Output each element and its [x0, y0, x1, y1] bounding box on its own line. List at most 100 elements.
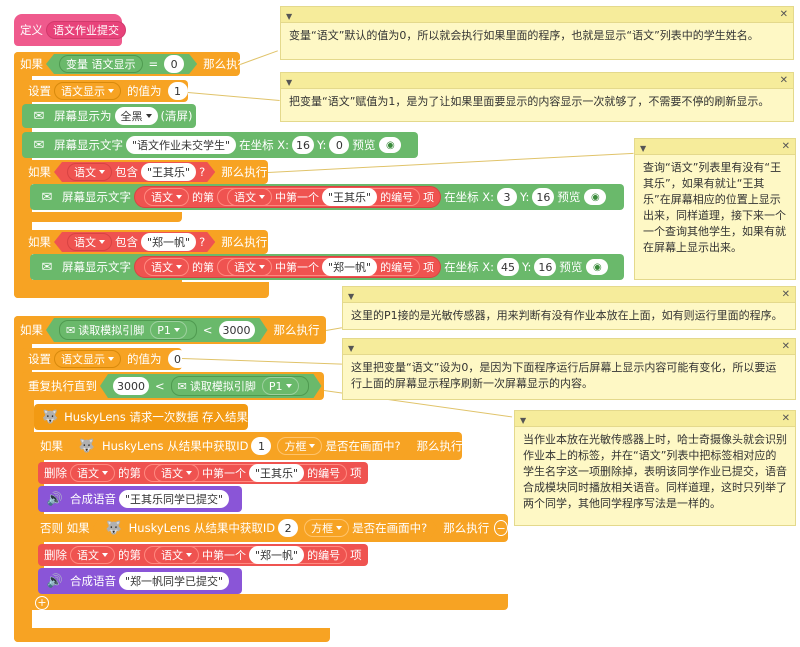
collapse-icon[interactable]: ▼	[520, 413, 526, 429]
close-icon[interactable]: ✕	[780, 73, 788, 89]
compare-value[interactable]: 0	[164, 55, 184, 73]
huskylens-request-block[interactable]: 🐺 HuskyLens 请求一次数据 存入结果	[34, 404, 248, 430]
collapse-icon[interactable]: ▼	[286, 9, 292, 25]
if-block-3[interactable]: 如果 语文 包含 "郑一帆" ? 那么执行	[22, 230, 268, 254]
collapse-icon[interactable]: ▼	[348, 341, 354, 357]
threshold-input[interactable]: 3000	[219, 321, 255, 339]
comment-header[interactable]: ▼ ✕	[515, 411, 795, 427]
husky-id-condition[interactable]: 🐺 HuskyLens 从结果中获取ID 1 方框 是否在画面中?	[66, 434, 411, 458]
item-input[interactable]: "郑一帆"	[249, 546, 305, 564]
delete-list-item-block-2[interactable]: 删除 语文 的第 语文 中第一个 "郑一帆" 的编号 项	[38, 544, 368, 566]
contains-item-input[interactable]: "郑一帆"	[141, 233, 196, 251]
define-name[interactable]: 语文作业提交	[46, 21, 126, 39]
contains-item-input[interactable]: "王其乐"	[141, 163, 196, 181]
screen-color-dropdown[interactable]: 全黑	[114, 107, 158, 125]
speech-text-input[interactable]: "郑一帆同学已提交"	[119, 572, 230, 590]
less-than-condition[interactable]: 3000 < ✉ 读取模拟引脚 P1	[100, 374, 322, 398]
pin-dropdown[interactable]: P1	[262, 377, 299, 395]
collapse-icon[interactable]: ▼	[640, 141, 646, 157]
eye-icon[interactable]: ◉	[584, 189, 607, 205]
index-of-reporter[interactable]: 语文 中第一个 "王其乐" 的编号	[217, 188, 421, 206]
delete-list-item-block-1[interactable]: 删除 语文 的第 语文 中第一个 "王其乐" 的编号 项	[38, 462, 368, 484]
eye-icon[interactable]: ◉	[586, 259, 609, 275]
item-input[interactable]: "王其乐"	[322, 188, 378, 206]
list-dropdown[interactable]: 语文	[227, 188, 272, 206]
comment-header[interactable]: ▼ ✕	[343, 287, 795, 303]
list-item-reporter[interactable]: 语文 的第 语文 中第一个 "王其乐" 的编号 项	[134, 186, 442, 208]
speech-text-input[interactable]: "王其乐同学已提交"	[119, 490, 230, 508]
analog-read-reporter[interactable]: ✉ 读取模拟引脚 P1	[59, 320, 197, 340]
close-icon[interactable]: ✕	[782, 339, 790, 355]
comment-3[interactable]: ▼ ✕ 查询“语文”列表里有没有“王其乐”，如果有就让“王其乐”在屏幕相应的位置上…	[634, 138, 796, 280]
list-item-reporter[interactable]: 语文 的第 语文 中第一个 "郑一帆" 的编号 项	[134, 256, 442, 278]
remove-branch-icon[interactable]: −	[494, 520, 508, 536]
set-value-input[interactable]: 1	[167, 82, 188, 100]
close-icon[interactable]: ✕	[782, 139, 790, 155]
comment-6[interactable]: ▼ ✕ 当作业本放在光敏传感器上时，哈士奇摄像头就会识别作业本上的标签，并在“语文…	[514, 410, 796, 526]
coord-y-input[interactable]: 16	[532, 188, 555, 206]
set-variable-dropdown[interactable]: 语文显示	[54, 350, 121, 368]
coord-x-input[interactable]: 45	[497, 258, 520, 276]
repeat-until-block[interactable]: 重复执行直到 3000 < ✉ 读取模拟引脚 P1	[22, 372, 324, 400]
comment-1[interactable]: ▼ ✕ 变量“语文”默认的值为0，所以就会执行如果里面的程序，也就是显示“语文”列…	[280, 6, 794, 60]
analog-read-reporter[interactable]: ✉ 读取模拟引脚 P1	[171, 376, 309, 396]
if-block-2[interactable]: 如果 语文 包含 "王其乐" ? 那么执行	[22, 160, 268, 184]
comment-header[interactable]: ▼ ✕	[343, 339, 795, 355]
coord-x-input[interactable]: 3	[497, 188, 518, 206]
set-variable-block-2[interactable]: 设置 语文显示 的值为 0	[22, 348, 188, 370]
else-if-block[interactable]: 否则 如果 🐺 HuskyLens 从结果中获取ID 2 方框 是否在画面中? …	[34, 514, 508, 542]
comment-2[interactable]: ▼ ✕ 把变量“语文”赋值为1，是为了让如果里面要显示的内容显示一次就够了，不需要…	[280, 72, 794, 122]
coord-y-input[interactable]: 0	[329, 136, 350, 154]
list-dropdown[interactable]: 语文	[70, 546, 115, 564]
box-dropdown[interactable]: 方框	[304, 519, 349, 537]
define-block[interactable]: 定义 语文作业提交	[14, 14, 126, 46]
list-dropdown[interactable]: 语文	[154, 546, 199, 564]
screen-text-block-3[interactable]: ✉ 屏幕显示文字 语文 的第 语文 中第一个 "郑一帆" 的编号 项 在坐标 X…	[30, 254, 624, 280]
set-variable-block-1[interactable]: 设置 语文显示 的值为 1	[22, 80, 188, 102]
add-branch-icon[interactable]: +	[35, 596, 49, 610]
box-dropdown[interactable]: 方框	[277, 437, 322, 455]
index-of-reporter[interactable]: 语文 中第一个 "郑一帆" 的编号	[217, 258, 421, 276]
if-block-1[interactable]: 如果 变量 语文显示 = 0 那么执行	[14, 52, 249, 76]
comment-4[interactable]: ▼ ✕ 这里的P1接的是光敏传感器，用来判断有没有作业本放在上面，如有则运行里面的…	[342, 286, 796, 330]
speech-block-2[interactable]: 🔊 合成语音 "郑一帆同学已提交"	[38, 568, 242, 594]
eye-icon[interactable]: ◉	[379, 137, 402, 153]
speech-block-1[interactable]: 🔊 合成语音 "王其乐同学已提交"	[38, 486, 242, 512]
coord-x-input[interactable]: 16	[292, 136, 315, 154]
comment-header[interactable]: ▼ ✕	[281, 73, 793, 89]
husky-id-input[interactable]: 1	[251, 437, 271, 455]
list-dropdown[interactable]: 语文	[227, 258, 272, 276]
threshold-input[interactable]: 3000	[113, 377, 149, 395]
list-dropdown[interactable]: 语文	[67, 163, 112, 181]
less-than-condition[interactable]: ✉ 读取模拟引脚 P1 < 3000	[46, 318, 268, 342]
set-variable-dropdown[interactable]: 语文显示	[54, 82, 121, 100]
coord-y-input[interactable]: 16	[534, 258, 557, 276]
list-dropdown[interactable]: 语文	[154, 464, 199, 482]
if-block-4[interactable]: 如果 ✉ 读取模拟引脚 P1 < 3000 那么执行	[14, 316, 326, 344]
screen-text-input[interactable]: "语文作业未交学生"	[126, 136, 237, 154]
close-icon[interactable]: ✕	[782, 411, 790, 427]
list-dropdown[interactable]: 语文	[144, 188, 189, 206]
item-input[interactable]: "王其乐"	[249, 464, 305, 482]
pin-dropdown[interactable]: P1	[150, 321, 187, 339]
husky-id-condition[interactable]: 🐺 HuskyLens 从结果中获取ID 2 方框 是否在画面中?	[93, 516, 438, 540]
variable-reporter[interactable]: 变量 语文显示	[59, 55, 143, 73]
comment-header[interactable]: ▼ ✕	[281, 7, 793, 23]
item-input[interactable]: "郑一帆"	[322, 258, 378, 276]
equals-condition[interactable]: 变量 语文显示 = 0	[46, 54, 197, 74]
screen-text-block-1[interactable]: ✉ 屏幕显示文字 "语文作业未交学生" 在坐标 X: 16 Y: 0 预览 ◉	[22, 132, 418, 158]
comment-5[interactable]: ▼ ✕ 这里把变量“语文”设为0，是因为下面程序运行后屏幕上显示内容可能有变化，所…	[342, 338, 796, 400]
list-dropdown[interactable]: 语文	[144, 258, 189, 276]
close-icon[interactable]: ✕	[782, 287, 790, 303]
list-dropdown[interactable]: 语文	[67, 233, 112, 251]
list-dropdown[interactable]: 语文	[70, 464, 115, 482]
list-contains-condition[interactable]: 语文 包含 "王其乐" ?	[54, 162, 215, 182]
close-icon[interactable]: ✕	[780, 7, 788, 23]
husky-id-input[interactable]: 2	[278, 519, 298, 537]
if-block-5[interactable]: 如果 🐺 HuskyLens 从结果中获取ID 1 方框 是否在画面中? 那么执…	[34, 432, 463, 460]
screen-clear-block[interactable]: ✉ 屏幕显示为 全黑 (清屏)	[22, 104, 196, 128]
index-of-reporter[interactable]: 语文 中第一个 "王其乐" 的编号	[144, 464, 348, 482]
collapse-icon[interactable]: ▼	[286, 75, 292, 91]
collapse-icon[interactable]: ▼	[348, 289, 354, 305]
screen-text-block-2[interactable]: ✉ 屏幕显示文字 语文 的第 语文 中第一个 "王其乐" 的编号 项 在坐标 X…	[30, 184, 624, 210]
